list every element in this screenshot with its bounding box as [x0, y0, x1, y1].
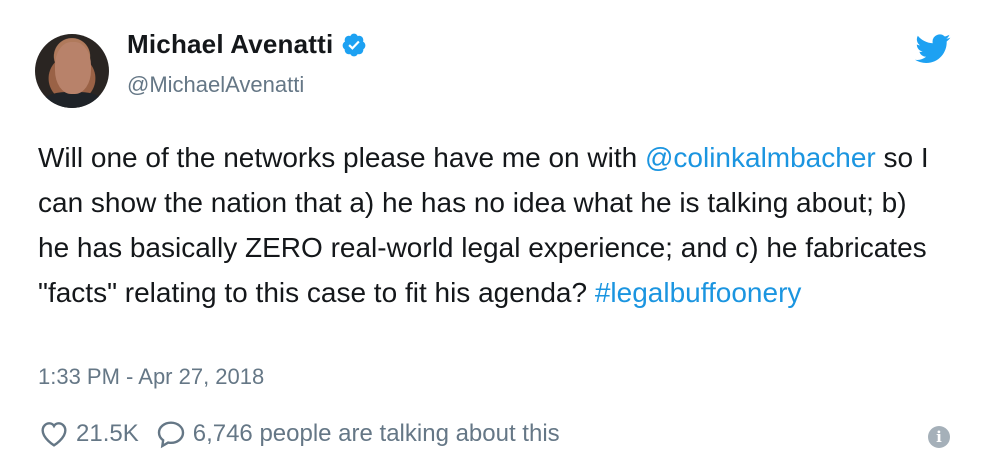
- speech-bubble-icon[interactable]: [155, 418, 187, 450]
- hashtag-link[interactable]: #legalbuffoonery: [595, 277, 802, 308]
- likes-count[interactable]: 21.5K: [76, 420, 139, 448]
- twitter-bird-icon[interactable]: [915, 34, 951, 64]
- heart-icon[interactable]: [38, 418, 70, 450]
- author-name[interactable]: Michael Avenatti: [127, 29, 333, 60]
- author-handle[interactable]: @MichaelAvenatti: [127, 72, 304, 98]
- avatar[interactable]: [35, 34, 109, 108]
- info-icon[interactable]: i: [928, 426, 950, 448]
- tweet-text-part1: Will one of the networks please have me …: [38, 142, 645, 173]
- author-name-row: Michael Avenatti: [127, 29, 367, 60]
- tweet-actions: 21.5K 6,746 people are talking about thi…: [38, 418, 560, 450]
- talking-count[interactable]: 6,746 people are talking about this: [193, 420, 560, 448]
- tweet-timestamp[interactable]: 1:33 PM - Apr 27, 2018: [38, 364, 264, 390]
- mention-link[interactable]: @colinkalmbacher: [645, 142, 876, 173]
- avatar-shirt: [41, 92, 105, 108]
- avatar-face: [55, 42, 91, 94]
- tweet-text: Will one of the networks please have me …: [38, 135, 938, 315]
- verified-badge-icon: [343, 33, 366, 56]
